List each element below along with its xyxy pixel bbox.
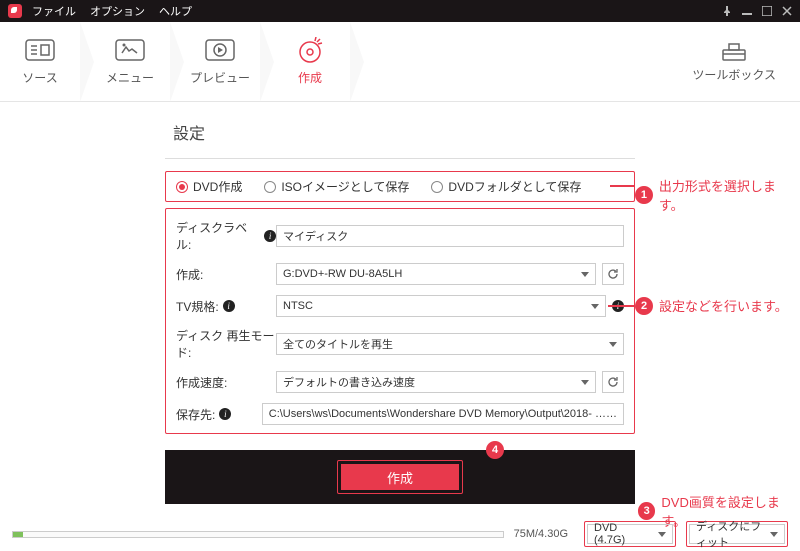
callout-number-icon: 2 — [635, 297, 653, 315]
save-path-field[interactable]: C:\Users\ws\Documents\Wondershare DVD Me… — [262, 403, 624, 425]
tab-bar: ソース メニュー プレビュー 作成 ツールボックス — [0, 22, 800, 102]
tab-toolbox[interactable]: ツールボックス — [692, 40, 800, 83]
tab-menu[interactable]: メニュー — [90, 22, 170, 102]
callout-4: 4 — [486, 441, 504, 459]
fit-combo-highlight: ディスクにフィット — [686, 521, 788, 547]
callout-2-text: 設定などを行います。 — [659, 296, 788, 315]
callout-2: 2 設定などを行います。 — [635, 296, 788, 315]
settings-panel: 設定 DVD作成 ISOイメージとして保存 DVDフォルダとして保存 ディスクラ… — [165, 110, 635, 504]
radio-icon — [431, 181, 443, 193]
burn-speed-select[interactable]: デフォルトの書き込み速度 — [276, 371, 596, 393]
create-button[interactable]: 作成 — [341, 464, 459, 490]
tab-menu-label: メニュー — [106, 69, 154, 86]
label-disc-label: ディスクラベル:i — [176, 219, 276, 253]
create-icon — [292, 37, 328, 63]
tab-source[interactable]: ソース — [0, 22, 80, 102]
radio-iso-label: ISOイメージとして保存 — [281, 178, 409, 195]
browse-icon[interactable]: … — [606, 408, 617, 420]
create-button-highlight: 作成 — [337, 460, 463, 494]
menu-option[interactable]: オプション — [90, 3, 145, 19]
callout-1: 1 出力形式を選択します。 — [635, 176, 800, 214]
chevron-down-icon — [581, 272, 589, 277]
label-play-mode: ディスク 再生モード: — [176, 327, 276, 361]
radio-dvd[interactable]: DVD作成 — [176, 178, 242, 195]
chevron-down-icon — [581, 380, 589, 385]
disc-usage-bar — [12, 531, 504, 538]
create-bar: 作成 — [165, 450, 635, 504]
disc-usage-fill — [13, 532, 23, 537]
tab-toolbox-label: ツールボックス — [692, 66, 776, 83]
tab-preview[interactable]: プレビュー — [180, 22, 260, 102]
tv-standard-select[interactable]: NTSC — [276, 295, 606, 317]
footer-bar: 75M/4.30G DVD (4.7G) ディスクにフィット — [0, 517, 800, 551]
close-icon[interactable] — [782, 6, 792, 16]
info-icon[interactable]: i — [219, 408, 231, 420]
radio-icon — [264, 181, 276, 193]
label-create-to: 作成: — [176, 266, 276, 283]
radio-iso[interactable]: ISOイメージとして保存 — [264, 178, 409, 195]
menu-file[interactable]: ファイル — [32, 3, 76, 19]
disc-usage-text: 75M/4.30G — [514, 528, 574, 540]
refresh-button[interactable] — [602, 371, 624, 393]
title-bar: ファイル オプション ヘルプ — [0, 0, 800, 22]
disc-label-input[interactable]: マイディスク — [276, 225, 624, 247]
menu-icon — [112, 37, 148, 63]
label-tv-standard: TV規格:i — [176, 298, 276, 315]
dvd-capacity-select[interactable]: DVD (4.7G) — [587, 524, 673, 544]
output-format-group: DVD作成 ISOイメージとして保存 DVDフォルダとして保存 — [165, 171, 635, 202]
chevron-down-icon — [770, 532, 778, 537]
radio-folder-label: DVDフォルダとして保存 — [448, 178, 581, 195]
play-mode-select[interactable]: 全てのタイトルを再生 — [276, 333, 624, 355]
callout-number-icon: 1 — [635, 186, 653, 204]
menu-help[interactable]: ヘルプ — [159, 3, 192, 19]
settings-group: ディスクラベル:i マイディスク 作成: G:DVD+-RW DU-8A5LH … — [165, 208, 635, 434]
capacity-combo-highlight: DVD (4.7G) — [584, 521, 676, 547]
label-speed: 作成速度: — [176, 374, 276, 391]
radio-dvd-label: DVD作成 — [193, 178, 242, 195]
info-icon[interactable]: i — [223, 300, 235, 312]
tab-source-label: ソース — [22, 69, 57, 86]
minimize-icon[interactable] — [742, 6, 752, 16]
source-icon — [22, 37, 58, 63]
label-save-to: 保存先:i — [176, 406, 262, 423]
callout-number-icon: 4 — [486, 441, 504, 459]
callout-line — [608, 305, 635, 307]
chevron-down-icon — [609, 342, 617, 347]
fit-mode-select[interactable]: ディスクにフィット — [689, 524, 785, 544]
create-target-select[interactable]: G:DVD+-RW DU-8A5LH — [276, 263, 596, 285]
info-icon[interactable]: i — [264, 230, 276, 242]
chevron-down-icon — [658, 532, 666, 537]
tab-create-label: 作成 — [298, 69, 322, 86]
pin-icon[interactable] — [722, 6, 732, 16]
tab-create[interactable]: 作成 — [270, 22, 350, 102]
radio-folder[interactable]: DVDフォルダとして保存 — [431, 178, 581, 195]
toolbox-icon — [719, 40, 749, 62]
app-logo-icon — [8, 4, 22, 18]
maximize-icon[interactable] — [762, 6, 772, 16]
refresh-button[interactable] — [602, 263, 624, 285]
callout-line — [610, 185, 635, 187]
panel-title: 設定 — [165, 110, 635, 158]
chevron-down-icon — [591, 304, 599, 309]
callout-1-text: 出力形式を選択します。 — [659, 176, 800, 214]
tab-preview-label: プレビュー — [190, 69, 250, 86]
radio-icon — [176, 181, 188, 193]
preview-icon — [202, 37, 238, 63]
